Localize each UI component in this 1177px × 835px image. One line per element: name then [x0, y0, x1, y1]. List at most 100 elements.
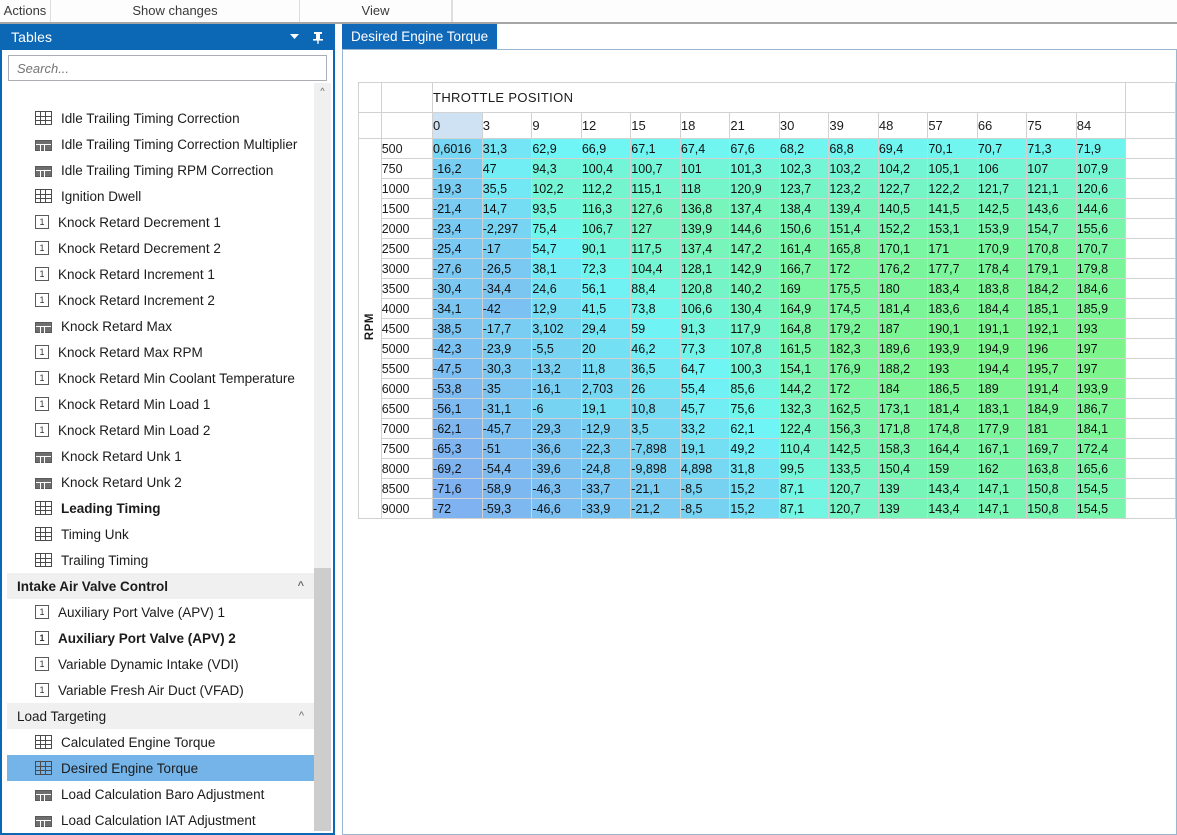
table-cell[interactable]: -42 — [481, 298, 533, 319]
table-row[interactable]: 4500 -38,5 -17,7 3,102 29,4 59 91,3 117,9 164,8 1… — [359, 318, 1176, 339]
table-cell[interactable]: -46,6 — [531, 498, 582, 519]
table-row[interactable]: RPM 500 0,6016 31,3 62,9 66,9 67,1 67,4 67,6 68,2… — [358, 138, 1176, 519]
table-cell[interactable]: 188,2 — [877, 358, 929, 379]
table-cell[interactable]: -58,9 — [481, 478, 533, 499]
table-row[interactable]: 7500 -65,3 -51 -36,6 -22,3 -7,898 19,1 49,2 110,… — [359, 438, 1176, 459]
table-cell[interactable]: -38,5 — [432, 318, 483, 339]
chevron-down-icon[interactable] — [287, 29, 301, 45]
column-header-66[interactable]: 66 — [976, 112, 1028, 139]
table-cell[interactable]: 163,8 — [1026, 458, 1077, 479]
table-cell[interactable]: 121,7 — [976, 178, 1028, 199]
table-cell[interactable]: 179,2 — [828, 318, 879, 339]
table-cell[interactable]: -31,1 — [481, 398, 533, 419]
table-cell[interactable]: 139,4 — [828, 198, 879, 219]
table-cell[interactable]: 154,1 — [778, 358, 830, 379]
table-cell[interactable]: 143,4 — [927, 498, 978, 519]
table-cell[interactable]: -6 — [531, 398, 582, 419]
table-cell[interactable]: 166,7 — [778, 258, 830, 279]
table-cell[interactable]: 164,9 — [778, 298, 830, 319]
table-cell[interactable]: 176,9 — [828, 358, 879, 379]
table-cell[interactable]: -33,7 — [580, 478, 632, 499]
table-cell[interactable]: 193 — [927, 358, 978, 379]
table-row[interactable]: 750 -16,2 47 94,3 100,4 100,7 101 101,3 102,3 103… — [359, 158, 1176, 179]
column-header-39[interactable]: 39 — [828, 112, 879, 139]
row-header-7500[interactable]: 7500 — [380, 438, 434, 459]
row-header-3500[interactable]: 3500 — [380, 278, 434, 299]
tables-tree[interactable]: Idle Trailing Timing Correction Idle Trai… — [7, 109, 332, 831]
torque-table[interactable]: THROTTLE POSITION 0 3 9 12 15 18 21 30 39 48 57 66 75… — [358, 82, 1176, 519]
table-cell[interactable]: 59 — [630, 318, 681, 339]
table-cell[interactable]: 170,8 — [1026, 238, 1077, 259]
row-header-5500[interactable]: 5500 — [380, 358, 434, 379]
row-header-6000[interactable]: 6000 — [380, 378, 434, 399]
row-header-1000[interactable]: 1000 — [380, 178, 434, 199]
table-cell[interactable]: 178,4 — [976, 258, 1028, 279]
row-header-3000[interactable]: 3000 — [380, 258, 434, 279]
table-cell[interactable]: 154,5 — [1075, 478, 1127, 499]
row-header-8000[interactable]: 8000 — [380, 458, 434, 479]
table-row[interactable]: 5500 -47,5 -30,3 -13,2 11,8 36,5 64,7 100,3 154,… — [359, 358, 1176, 379]
column-header-0[interactable]: 0 — [432, 112, 483, 139]
table-cell[interactable]: 70,1 — [927, 138, 978, 159]
row-header-4000[interactable]: 4000 — [380, 298, 434, 319]
table-cell[interactable]: 107 — [1026, 158, 1077, 179]
table-cell[interactable]: 181 — [1026, 418, 1077, 439]
table-cell[interactable]: 143,4 — [927, 478, 978, 499]
table-cell[interactable]: 183,8 — [976, 278, 1028, 299]
search-box[interactable] — [8, 55, 327, 81]
table-cell[interactable]: 174,5 — [828, 298, 879, 319]
sidebar-item-desired-engine-torque[interactable]: Desired Engine Torque — [7, 755, 314, 781]
table-cell[interactable]: -8,5 — [679, 478, 731, 499]
table-cell[interactable]: 152,2 — [877, 218, 929, 239]
pin-icon[interactable] — [311, 29, 325, 45]
table-cell[interactable]: 69,4 — [877, 138, 929, 159]
sidebar-item-calculated-engine-torque[interactable]: Calculated Engine Torque — [7, 729, 314, 755]
table-cell[interactable]: 120,9 — [729, 178, 780, 199]
table-cell[interactable]: 100,3 — [729, 358, 780, 379]
table-row[interactable]: 4000 -34,1 -42 12,9 41,5 73,8 106,6 130,4 164,9 1… — [359, 298, 1176, 319]
table-cell[interactable]: -21,4 — [432, 198, 483, 219]
sidebar-item-knock-retard-decrement-2[interactable]: 1 Knock Retard Decrement 2 — [7, 235, 314, 261]
table-cell[interactable]: 179,8 — [1075, 258, 1127, 279]
table-cell[interactable]: 165,8 — [828, 238, 879, 259]
table-cell[interactable]: 105,1 — [927, 158, 978, 179]
table-cell[interactable]: 151,4 — [828, 218, 879, 239]
table-cell[interactable]: 122,4 — [778, 418, 830, 439]
table-cell[interactable]: 171 — [927, 238, 978, 259]
table-cell[interactable]: 2,703 — [580, 378, 632, 399]
table-cell[interactable]: 87,1 — [778, 498, 830, 519]
table-cell[interactable]: 106 — [976, 158, 1028, 179]
table-cell[interactable]: -26,5 — [481, 258, 533, 279]
table-cell[interactable]: 19,1 — [580, 398, 632, 419]
table-cell[interactable]: 193 — [1075, 318, 1127, 339]
scrollbar-thumb[interactable] — [314, 568, 331, 831]
table-cell[interactable]: 88,4 — [630, 278, 681, 299]
chevron-up-icon[interactable]: ^ — [314, 83, 331, 100]
table-cell[interactable]: 118 — [679, 178, 731, 199]
table-cell[interactable]: 142,5 — [828, 438, 879, 459]
table-cell[interactable]: 85,6 — [729, 378, 780, 399]
column-header-57[interactable]: 57 — [927, 112, 978, 139]
table-cell[interactable]: -34,1 — [432, 298, 483, 319]
table-cell[interactable]: -34,4 — [481, 278, 533, 299]
table-cell[interactable]: 14,7 — [481, 198, 533, 219]
table-cell[interactable]: 49,2 — [729, 438, 780, 459]
table-cell[interactable]: 184 — [877, 378, 929, 399]
table-cell[interactable]: 31,3 — [481, 138, 533, 159]
row-header-4500[interactable]: 4500 — [380, 318, 434, 339]
table-cell[interactable]: 102,2 — [531, 178, 582, 199]
table-cell[interactable]: -12,9 — [580, 418, 632, 439]
search-input[interactable] — [9, 56, 326, 80]
table-cell[interactable]: 159 — [927, 458, 978, 479]
table-cell[interactable]: 183,6 — [927, 298, 978, 319]
table-cell[interactable]: -69,2 — [432, 458, 483, 479]
table-cell[interactable]: 158,3 — [877, 438, 929, 459]
table-cell[interactable]: -56,1 — [432, 398, 483, 419]
sidebar-item-timing-unk[interactable]: Timing Unk — [7, 521, 314, 547]
column-header-12[interactable]: 12 — [580, 112, 632, 139]
table-cell[interactable]: 77,3 — [679, 338, 731, 359]
table-cell[interactable]: 193,9 — [927, 338, 978, 359]
table-cell[interactable]: 165,6 — [1075, 458, 1127, 479]
table-cell[interactable]: -62,1 — [432, 418, 483, 439]
table-cell[interactable]: 46,2 — [630, 338, 681, 359]
